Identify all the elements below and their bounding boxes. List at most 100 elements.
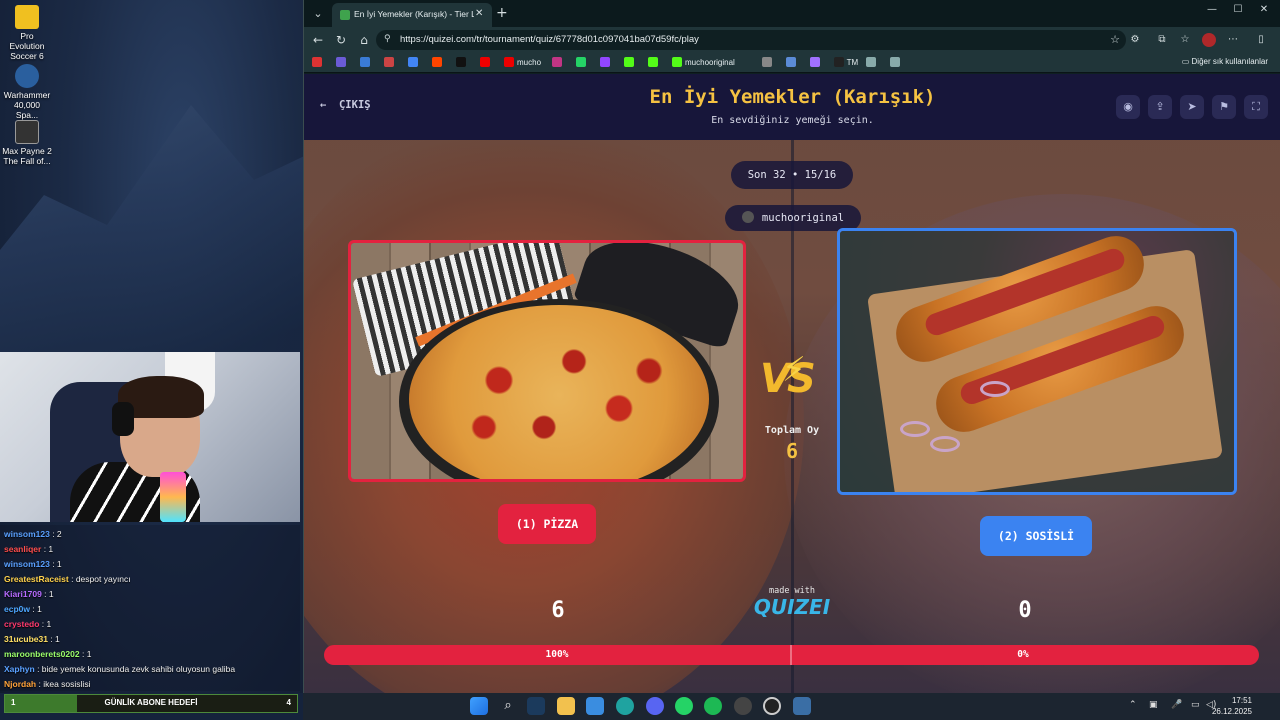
extensions-icon[interactable]: ⚙: [1128, 33, 1142, 47]
chat-username[interactable]: crystedo: [4, 619, 39, 629]
bookmark-item[interactable]: [552, 57, 565, 69]
app-settings-icon[interactable]: [793, 697, 811, 715]
search-icon[interactable]: ⌕: [499, 697, 517, 715]
desktop-icon-maxpayne[interactable]: Max Payne 2 The Fall of...: [2, 120, 52, 166]
chat-text: 1: [56, 559, 62, 569]
chat-username[interactable]: winsom123: [4, 529, 50, 539]
quizei-logo[interactable]: QUIZEI: [742, 595, 842, 619]
favorites-icon[interactable]: ☆: [1178, 33, 1192, 47]
bookmark-item[interactable]: muchooriginal: [672, 57, 735, 69]
eye-icon[interactable]: ◉: [1116, 95, 1140, 119]
chat-username[interactable]: Xaphyn: [4, 664, 35, 674]
chat-username[interactable]: ecp0w: [4, 604, 30, 614]
start-icon[interactable]: [470, 697, 488, 715]
fullscreen-icon[interactable]: ⛶: [1244, 95, 1268, 119]
bookmark-item[interactable]: mucho: [504, 57, 541, 69]
quiz-header: ← ÇIKIŞ En İyi Yemekler (Karışık) En sev…: [304, 74, 1280, 140]
chat-username[interactable]: seanliqer: [4, 544, 41, 554]
tray-app-icon[interactable]: ▣: [1149, 700, 1158, 710]
vote-hotdog-button[interactable]: (2) SOSİSLİ: [980, 516, 1092, 556]
system-clock[interactable]: 17:51 26.12.2025: [1212, 695, 1252, 717]
new-tab-icon[interactable]: +: [496, 5, 508, 21]
webcam-overlay: [0, 352, 300, 522]
send-icon[interactable]: ➤: [1180, 95, 1204, 119]
tab-bar: ⌄ En İyi Yemekler (Karışık) - Tier List …: [304, 0, 1280, 27]
bookmark-item[interactable]: [648, 57, 661, 69]
tab-quiz[interactable]: En İyi Yemekler (Karışık) - Tier List ✕: [332, 3, 492, 27]
sidebar-icon[interactable]: ▯: [1254, 33, 1268, 47]
chat-username[interactable]: GreatestRaceist: [4, 574, 69, 584]
bookmark-item[interactable]: [480, 57, 493, 69]
bookmark-item[interactable]: [408, 57, 421, 69]
hotdog-percent: 0%: [1017, 649, 1029, 660]
close-tab-icon[interactable]: ✕: [475, 8, 483, 19]
option-card-hotdog[interactable]: [837, 228, 1237, 495]
tab-list-icon[interactable]: ⌄: [308, 4, 328, 24]
desktop-icon-warhammer[interactable]: Warhammer 40,000 Spa...: [2, 64, 52, 120]
chat-username[interactable]: winsom123: [4, 559, 50, 569]
bookmark-item[interactable]: [890, 57, 903, 69]
chat-username[interactable]: 31ucube31: [4, 634, 48, 644]
collections-icon[interactable]: ⧉: [1155, 33, 1169, 47]
bookmark-item[interactable]: [785, 57, 799, 69]
bookmark-item[interactable]: [600, 57, 613, 69]
pizza-vote-count: 6: [551, 598, 565, 623]
chat-username[interactable]: Kiari1709: [4, 589, 42, 599]
desktop-icon-pes6[interactable]: Pro Evolution Soccer 6: [2, 5, 52, 61]
share-icon[interactable]: ⇪: [1148, 95, 1172, 119]
bookmark-item[interactable]: TM: [833, 57, 858, 69]
obs-icon[interactable]: [734, 697, 752, 715]
bookmark-item[interactable]: [624, 57, 637, 69]
chat-message: winsom123 : 2: [4, 527, 296, 542]
bookmark-item[interactable]: [432, 57, 445, 69]
favorite-star-icon[interactable]: ☆: [1110, 33, 1120, 46]
bookmark-favicon-icon: [408, 57, 418, 67]
bookmark-item[interactable]: [312, 57, 325, 69]
profile-avatar-icon[interactable]: [1202, 33, 1216, 47]
clock-time: 17:51: [1231, 696, 1252, 705]
file-explorer-icon[interactable]: [557, 697, 575, 715]
bookmark-item[interactable]: [576, 57, 589, 69]
app-icon[interactable]: [763, 697, 781, 715]
bookmark-item[interactable]: [336, 57, 349, 69]
other-bookmarks-folder[interactable]: ▭ Diğer sık kullanılanlar: [1182, 57, 1268, 66]
store-icon[interactable]: [586, 697, 604, 715]
bookmark-item[interactable]: [761, 57, 775, 69]
whatsapp-icon[interactable]: [675, 697, 693, 715]
option-card-pizza[interactable]: [348, 240, 746, 482]
home-icon[interactable]: ⌂: [356, 32, 372, 48]
tray-expand-icon[interactable]: ⌃: [1129, 700, 1137, 710]
microphone-icon[interactable]: 🎤: [1171, 700, 1182, 710]
site-info-icon[interactable]: ⚲: [384, 34, 391, 44]
bookmark-favicon-icon: [761, 57, 772, 67]
total-votes-value: 6: [785, 439, 799, 463]
chat-text: bide yemek konusunda zevk sahibi oluyosu…: [41, 664, 236, 674]
discord-icon[interactable]: [646, 697, 664, 715]
address-bar[interactable]: ⚲ https://quizei.com/tr/tournament/quiz/…: [376, 30, 1126, 50]
bookmark-item[interactable]: [809, 57, 823, 69]
steam-icon[interactable]: [527, 697, 545, 715]
close-window-icon[interactable]: ✕: [1254, 4, 1274, 15]
back-arrow-icon[interactable]: ←: [310, 32, 326, 48]
edge-icon[interactable]: [616, 697, 634, 715]
more-menu-icon[interactable]: ⋯: [1226, 33, 1240, 47]
bookmark-item[interactable]: [456, 57, 469, 69]
reload-icon[interactable]: ↻: [333, 32, 349, 48]
chat-message: seanliqer : 1: [4, 542, 296, 557]
bookmark-item[interactable]: [866, 57, 879, 69]
bookmark-favicon-icon: [785, 57, 796, 67]
maximize-icon[interactable]: ☐: [1228, 4, 1248, 15]
network-icon[interactable]: ▭: [1191, 700, 1200, 710]
author-badge[interactable]: muchooriginal: [725, 205, 861, 231]
spotify-icon[interactable]: [704, 697, 722, 715]
vote-pizza-button[interactable]: (1) PİZZA: [498, 504, 596, 544]
report-flag-icon[interactable]: ⚑: [1212, 95, 1236, 119]
url-text: https://quizei.com/tr/tournament/quiz/67…: [400, 34, 699, 45]
chat-username[interactable]: maroonberets0202: [4, 649, 80, 659]
chat-username[interactable]: Njordah: [4, 679, 36, 689]
subgoal-title: GÜNLİK ABONE HEDEFİ: [104, 698, 198, 707]
bookmark-favicon-icon: [336, 57, 346, 67]
bookmark-item[interactable]: [360, 57, 373, 69]
minimize-icon[interactable]: —: [1202, 4, 1222, 15]
bookmark-item[interactable]: [384, 57, 397, 69]
